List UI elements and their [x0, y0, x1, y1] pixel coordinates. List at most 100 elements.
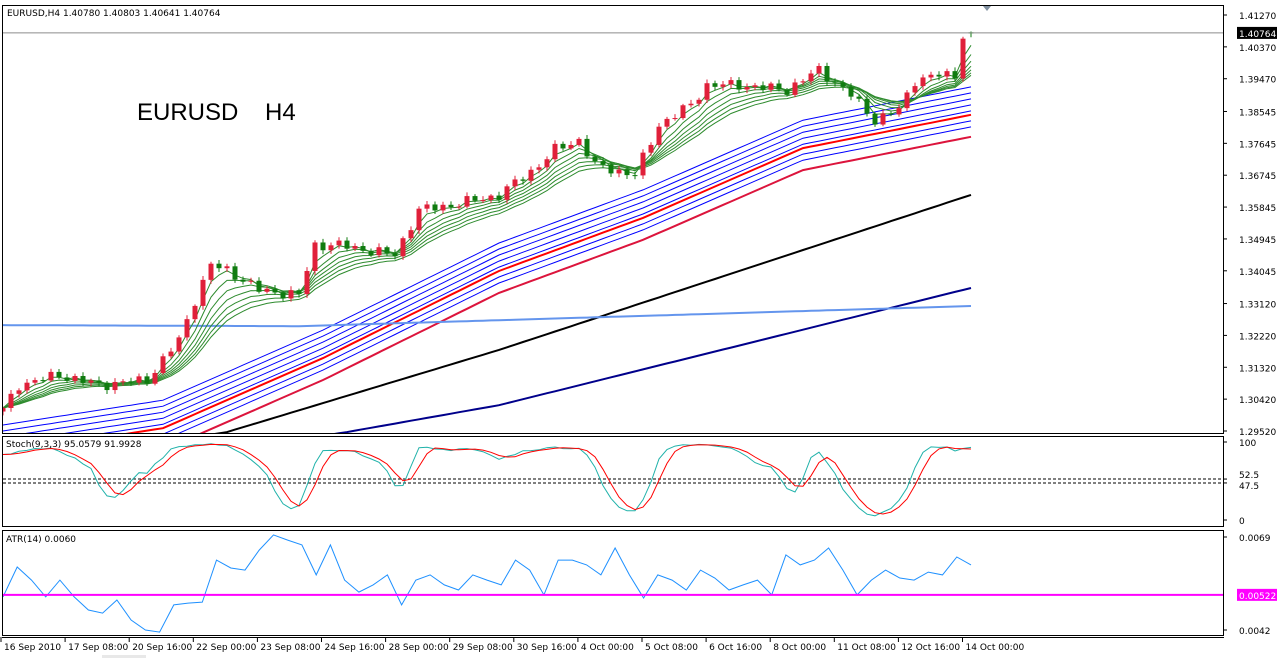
time-tick-label: 8 Oct 00:00 — [773, 643, 826, 653]
time-tick-label: 20 Sep 16:00 — [132, 643, 192, 653]
candle-body — [112, 381, 118, 391]
candle-body — [288, 290, 294, 299]
stoch-tick-label: 52.5 — [1239, 471, 1259, 481]
candle — [656, 122, 662, 148]
price-tick-label: 1.32220 — [1239, 332, 1276, 342]
candle-body — [280, 292, 286, 299]
candle-body — [272, 288, 278, 293]
candle-body — [616, 169, 622, 174]
candle — [960, 36, 966, 82]
candle-body — [392, 253, 398, 257]
candle-body — [664, 118, 670, 127]
candle — [200, 275, 206, 310]
candle-body — [304, 270, 310, 295]
candle-body — [448, 204, 454, 208]
candle-body — [416, 208, 422, 231]
trading-chart[interactable]: 1.41270 1.40370 1.39470 1.38545 1.37645 1.367… — [0, 0, 1278, 658]
candle-body — [960, 38, 966, 79]
candle-body — [160, 356, 166, 373]
price-tick-label: 1.36745 — [1239, 172, 1276, 182]
candle-body — [584, 138, 590, 157]
candle-body — [552, 143, 558, 160]
candle-body — [432, 204, 438, 211]
candle-body — [936, 74, 942, 77]
candle-body — [184, 319, 190, 338]
price-tick-label: 1.34045 — [1239, 268, 1276, 278]
candle-body — [904, 92, 910, 109]
candle-body — [64, 377, 70, 381]
candle-body — [72, 376, 78, 381]
atr-title: ATR(14) 0.0060 — [6, 535, 76, 545]
candle — [904, 89, 910, 111]
candle-body — [96, 380, 102, 383]
candle-body — [232, 266, 238, 280]
time-tick-label: 23 Sep 08:00 — [260, 643, 320, 653]
candle-body — [488, 195, 494, 201]
candle-body — [472, 196, 478, 201]
candle-body — [808, 73, 814, 82]
candle-body — [224, 266, 230, 269]
candle-body — [360, 246, 366, 251]
candle-body — [8, 393, 14, 408]
price-tick-label: 1.34945 — [1239, 236, 1276, 246]
candle-body — [544, 159, 550, 168]
price-tick-label: 1.29520 — [1239, 428, 1276, 438]
candle-body — [704, 83, 710, 100]
candle-body — [176, 337, 182, 352]
candle-body — [520, 179, 526, 181]
current-price-label: 1.40764 — [1239, 30, 1276, 40]
candle-body — [512, 179, 518, 187]
candle-body — [88, 380, 94, 383]
time-tick-label: 28 Sep 00:00 — [389, 643, 449, 653]
candle-body — [456, 206, 462, 208]
candle-body — [3, 407, 6, 412]
time-tick-label: 6 Oct 16:00 — [709, 643, 762, 653]
candle — [640, 149, 646, 180]
chart-title: EURUSD,H4 1.40780 1.40803 1.40641 1.4076… — [7, 9, 221, 19]
candle-body — [312, 242, 318, 271]
candle-body — [256, 280, 262, 292]
candle-body — [320, 242, 326, 251]
candle-body — [136, 376, 142, 383]
candle-body — [208, 263, 214, 280]
candle-body — [952, 71, 958, 79]
time-tick-label: 22 Sep 00:00 — [196, 643, 256, 653]
price-tick-label: 1.37645 — [1239, 140, 1276, 150]
candle-body — [720, 84, 726, 87]
candle-body — [832, 81, 838, 83]
candle-body — [680, 105, 686, 119]
candle-body — [32, 380, 38, 383]
candle-body — [744, 86, 750, 90]
candle-body — [576, 138, 582, 145]
time-tick-label: 24 Sep 16:00 — [325, 643, 385, 653]
candle-body — [728, 80, 734, 85]
candle-body — [760, 85, 766, 90]
candle-body — [816, 65, 822, 74]
candle-body — [568, 144, 574, 149]
candle-body — [672, 118, 678, 120]
candle-body — [240, 279, 246, 282]
stoch-panel[interactable] — [2, 436, 1224, 527]
candle-body — [16, 390, 22, 394]
candle — [312, 240, 318, 275]
atr-level-label: 0.00522 — [1239, 592, 1276, 602]
candle-body — [496, 195, 502, 200]
candle-body — [264, 288, 270, 292]
price-tick-label: 1.30420 — [1239, 396, 1276, 406]
candle-body — [56, 371, 62, 378]
candle-body — [368, 250, 374, 256]
candle-body — [696, 99, 702, 104]
candle-body — [896, 108, 902, 115]
price-tick-label: 1.40370 — [1239, 44, 1276, 54]
atr-panel[interactable] — [2, 530, 1224, 636]
atr-tick-label: 0.0069 — [1239, 534, 1271, 544]
candle-body — [104, 382, 110, 391]
candle-body — [424, 204, 430, 209]
candle-body — [192, 305, 198, 320]
candle-body — [376, 247, 382, 256]
stoch-tick-label: 0 — [1239, 517, 1245, 527]
candle-body — [536, 167, 542, 170]
price-tick-label: 1.31320 — [1239, 364, 1276, 374]
candle-body — [560, 143, 566, 149]
candle-body — [40, 380, 46, 382]
